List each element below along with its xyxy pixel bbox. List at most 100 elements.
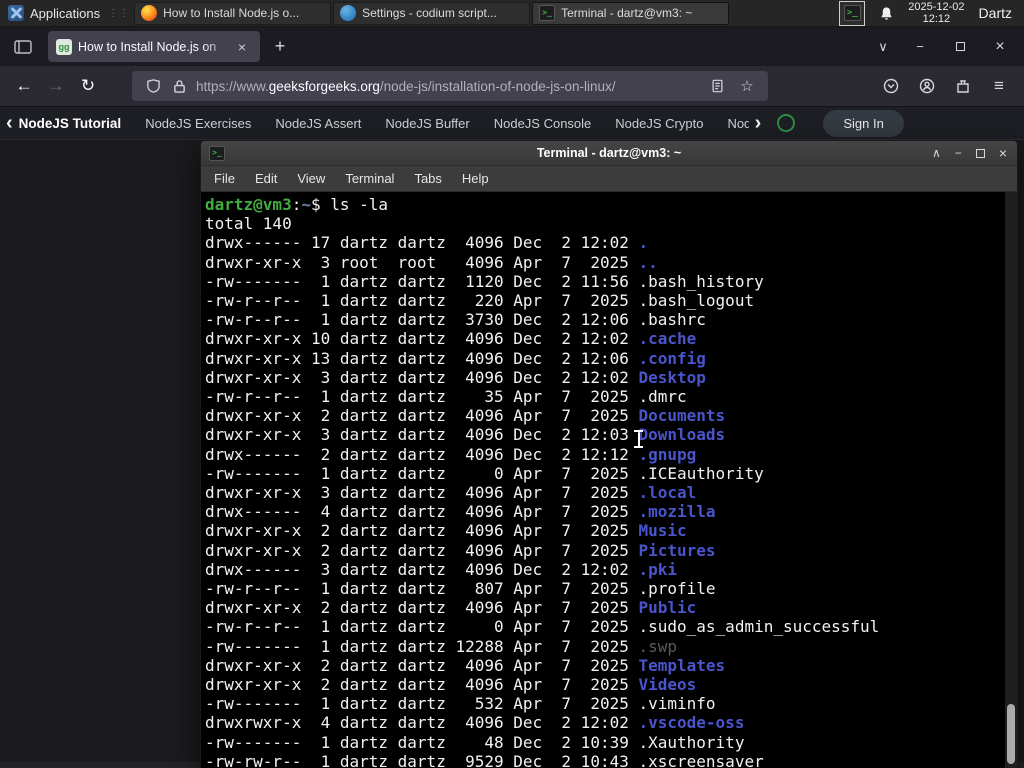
terminal-tray-icon[interactable] <box>839 0 866 26</box>
terminal-output: dartz@vm3:~$ ls -la total 140 drwx------… <box>201 192 1017 768</box>
terminal-window-controls: ∧ − × <box>932 145 1017 161</box>
nav-link[interactable]: NodeJS Assert <box>275 116 361 131</box>
listing-row: drwxr-xr-x 3 root root 4096 Apr 7 2025 .… <box>205 253 1017 272</box>
listing-filename: .gnupg <box>638 444 697 464</box>
listing-attributes: drwx------ 4 dartz dartz 4096 Apr 7 2025 <box>205 502 639 522</box>
listing-attributes: drwx------ 2 dartz dartz 4096 Dec 2 12:1… <box>205 444 639 464</box>
window-title-label: How to Install Node.js o... <box>163 6 300 20</box>
url-bar[interactable]: https://www.geeksforgeeks.org/node-js/in… <box>132 71 768 101</box>
listing-attributes: -rw-r--r-- 1 dartz dartz 3730 Dec 2 12:0… <box>205 310 639 330</box>
listing-row: -rw------- 1 dartz dartz 1120 Dec 2 11:5… <box>205 272 1017 291</box>
taskbar-window-button[interactable]: How to Install Node.js o... <box>134 1 332 25</box>
listing-row: drwxr-xr-x 2 dartz dartz 4096 Apr 7 2025… <box>205 541 1017 560</box>
terminal-body[interactable]: dartz@vm3:~$ ls -la total 140 drwx------… <box>201 192 1017 768</box>
listing-filename: Music <box>638 521 687 541</box>
nav-scroll-right-icon[interactable]: › <box>749 113 768 133</box>
bookmark-star-icon[interactable]: ☆ <box>734 77 760 95</box>
terminal-menu-item[interactable]: File <box>205 168 244 189</box>
applications-menu-button[interactable]: Applications <box>0 0 108 27</box>
prompt-user-host: dartz@vm3 <box>205 195 292 214</box>
listing-attributes: -rw------- 1 dartz dartz 532 Apr 7 2025 <box>205 694 639 714</box>
search-icon[interactable] <box>777 114 796 132</box>
extensions-icon[interactable] <box>948 73 978 99</box>
list-all-tabs-icon[interactable]: ∨ <box>868 34 898 60</box>
pocket-icon[interactable] <box>876 73 906 99</box>
nav-link[interactable]: NodeJS Exercises <box>145 116 251 131</box>
reader-mode-icon[interactable] <box>704 79 730 93</box>
listing-row: drwxr-xr-x 2 dartz dartz 4096 Apr 7 2025… <box>205 521 1017 540</box>
panel-clock[interactable]: 2025-12-02 12:12 <box>908 1 964 25</box>
listing-filename: .vscode-oss <box>638 713 745 733</box>
prompt-path: ~ <box>301 195 311 214</box>
listing-attributes: drwxr-xr-x 3 dartz dartz 4096 Dec 2 12:0… <box>205 367 639 387</box>
listing-attributes: drwx------ 17 dartz dartz 4096 Dec 2 12:… <box>205 233 639 253</box>
minimize-button[interactable]: − <box>902 34 938 60</box>
nav-link[interactable]: NodeJS Tutorial <box>19 116 122 131</box>
distro-logo-icon <box>8 5 24 21</box>
terminal-minimize-button[interactable]: − <box>955 146 962 160</box>
listing-attributes: drwx------ 3 dartz dartz 4096 Dec 2 12:0… <box>205 559 639 579</box>
reload-button[interactable]: ↻ <box>72 71 104 101</box>
terminal-maximize-button[interactable] <box>975 148 985 158</box>
back-button[interactable]: ← <box>8 71 40 101</box>
user-menu[interactable]: Dartz <box>979 5 1016 21</box>
url-text: https://www.geeksforgeeks.org/node-js/in… <box>196 79 704 94</box>
terminal-menu-item[interactable]: Edit <box>246 168 286 189</box>
terminal-titlebar[interactable]: Terminal - dartz@vm3: ~ ∧ − × <box>201 141 1017 166</box>
browser-tab[interactable]: gg How to Install Node.js on × <box>48 31 260 62</box>
taskbar-window-button[interactable]: Settings - codium script... <box>333 1 531 25</box>
terminal-menu-item[interactable]: Terminal <box>336 168 403 189</box>
shade-button[interactable]: ∧ <box>932 146 941 160</box>
listing-attributes: -rw-r--r-- 1 dartz dartz 220 Apr 7 2025 <box>205 291 639 311</box>
maximize-button[interactable] <box>942 34 978 60</box>
listing-filename: .xscreensaver <box>638 751 764 768</box>
listing-attributes: -rw-r--r-- 1 dartz dartz 807 Apr 7 2025 <box>205 579 639 599</box>
firefox-view-icon[interactable] <box>8 33 38 61</box>
menu-hamburger-icon[interactable]: ≡ <box>984 73 1014 99</box>
nav-link[interactable]: NodeJS Buffer <box>385 116 469 131</box>
listing-filename: .Xauthority <box>638 732 745 752</box>
clock-time: 12:12 <box>922 13 951 25</box>
listing-row: drwxr-xr-x 3 dartz dartz 4096 Dec 2 12:0… <box>205 368 1017 387</box>
terminal-menu-item[interactable]: View <box>288 168 334 189</box>
listing-filename: .bash_logout <box>638 291 755 311</box>
listing-row: -rw------- 1 dartz dartz 12288 Apr 7 202… <box>205 637 1017 656</box>
terminal-menu-item[interactable]: Tabs <box>405 168 450 189</box>
listing-row: -rw-r--r-- 1 dartz dartz 807 Apr 7 2025 … <box>205 579 1017 598</box>
terminal-window: Terminal - dartz@vm3: ~ ∧ − × FileEditVi… <box>200 140 1018 768</box>
listing-row: drwxr-xr-x 13 dartz dartz 4096 Dec 2 12:… <box>205 349 1017 368</box>
listing-row: drwxr-xr-x 10 dartz dartz 4096 Dec 2 12:… <box>205 329 1017 348</box>
notification-bell-icon[interactable] <box>879 6 894 21</box>
lock-icon[interactable] <box>166 79 192 94</box>
account-icon[interactable] <box>912 73 942 99</box>
nav-link[interactable]: NodeJS DNS <box>727 116 748 131</box>
listing-row: drwxr-xr-x 3 dartz dartz 4096 Dec 2 12:0… <box>205 425 1017 444</box>
tab-bar: gg How to Install Node.js on × + ∨ − × <box>0 27 1024 66</box>
taskbar-window-button[interactable]: Terminal - dartz@vm3: ~ <box>532 1 730 25</box>
terminal-close-button[interactable]: × <box>999 145 1007 161</box>
listing-attributes: -rw------- 1 dartz dartz 48 Dec 2 10:39 <box>205 732 639 752</box>
nav-link[interactable]: NodeJS Console <box>494 116 592 131</box>
terminal-menu-item[interactable]: Help <box>453 168 498 189</box>
listing-filename: Videos <box>638 675 697 695</box>
listing-row: drwxr-xr-x 2 dartz dartz 4096 Apr 7 2025… <box>205 406 1017 425</box>
tracking-shield-icon[interactable] <box>140 78 166 94</box>
sign-in-button[interactable]: Sign In <box>823 109 904 137</box>
nav-scroll-left-icon[interactable]: ‹ <box>0 113 19 133</box>
listing-row: drwxr-xr-x 2 dartz dartz 4096 Apr 7 2025… <box>205 675 1017 694</box>
terminal-scrollbar[interactable] <box>1005 192 1017 768</box>
forward-button[interactable]: → <box>40 71 72 101</box>
listing-filename: .bashrc <box>638 310 706 330</box>
scrollbar-thumb[interactable] <box>1007 704 1015 764</box>
navigation-toolbar: ← → ↻ https://www.geeksforgeeks.org/node… <box>0 66 1024 107</box>
listing-attributes: -rw-rw-r-- 1 dartz dartz 9529 Dec 2 10:4… <box>205 751 639 768</box>
listing-attributes: drwxr-xr-x 2 dartz dartz 4096 Apr 7 2025 <box>205 521 639 541</box>
listing-filename: .ICEauthority <box>638 463 764 483</box>
close-button[interactable]: × <box>982 34 1018 60</box>
nav-link[interactable]: NodeJS Crypto <box>615 116 703 131</box>
listing-filename: Desktop <box>638 367 706 387</box>
listing-filename: .profile <box>638 579 716 599</box>
tab-title-fade <box>202 31 236 62</box>
listing-filename: Public <box>638 598 697 618</box>
new-tab-button[interactable]: + <box>266 33 294 61</box>
